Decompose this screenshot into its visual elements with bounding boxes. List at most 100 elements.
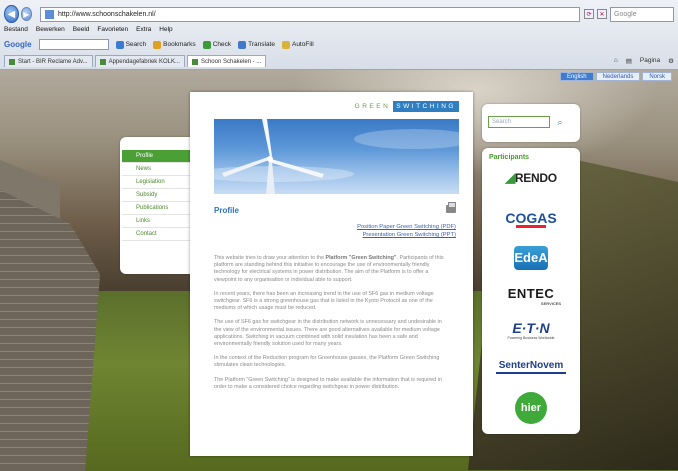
site-search-input[interactable]: Search — [488, 116, 550, 128]
star-icon — [153, 40, 162, 49]
refresh-icon[interactable]: ⟳ — [584, 9, 595, 19]
nav-news[interactable]: News — [122, 163, 192, 176]
toolbar-search-button[interactable]: Search — [115, 40, 147, 49]
participants-title: Participants — [489, 154, 530, 161]
cogas-logo[interactable]: COGAS — [482, 210, 580, 228]
lang-english[interactable]: English — [559, 72, 594, 81]
toolbar-autofill-button[interactable]: AutoFill — [281, 40, 314, 49]
menu-bar: Bestand Bewerken Beeld Favorieten Extra … — [4, 26, 173, 36]
address-bar[interactable]: http://www.schoonschakelen.nl/ — [40, 6, 581, 22]
document-links: Position Paper Green Switching (PDF) Pre… — [357, 223, 456, 239]
tab-kolk[interactable]: Appendagefabriek KOLK... — [94, 55, 185, 67]
participants-panel: Participants ◢RENDO COGAS EdeA ENTEC SERV… — [482, 148, 580, 434]
print-icon[interactable] — [446, 202, 456, 213]
side-nav: Profile News Legislation Subsidy Publica… — [120, 137, 202, 274]
tab-label: Appendagefabriek KOLK... — [108, 58, 180, 65]
toolbar-check-label: Check — [212, 41, 232, 48]
toolbar-translate-label: Translate — [248, 41, 275, 48]
tab-bir[interactable]: Start - BIR Reclame Adv... — [4, 55, 93, 67]
search-icon — [115, 40, 124, 49]
paragraph: In recent years, there has been an incre… — [214, 290, 434, 312]
nav-legislation[interactable]: Legislation — [122, 176, 192, 189]
tab-favicon-icon — [99, 58, 106, 65]
logo-switching: SWITCHING — [393, 101, 459, 112]
address-tools: ⟳ ✕ — [584, 9, 608, 19]
toolbar-check-button[interactable]: Check — [202, 40, 232, 49]
browser-search-input[interactable]: Google — [610, 6, 674, 22]
edea-name: EdeA — [514, 246, 548, 270]
logo-green: GREEN — [354, 103, 391, 110]
tab-favicon-icon — [191, 58, 198, 65]
senternovem-name: SenterNovem — [498, 360, 564, 371]
toolbar-search-label: Search — [125, 41, 147, 48]
tab-schoon-schakelen[interactable]: Schoon Schakelen - ... — [186, 55, 267, 67]
google-toolbar: Google Search Bookmarks Check Translate … — [4, 38, 674, 51]
rendo-mark-icon: ◢ — [505, 170, 515, 185]
entec-name: ENTEC — [507, 286, 555, 301]
position-paper-link[interactable]: Position Paper Green Switching (PDF) — [357, 223, 456, 231]
translate-icon — [238, 40, 247, 49]
hier-name: hier — [515, 392, 547, 424]
toolbar-autofill-label: AutoFill — [291, 41, 314, 48]
menu-file[interactable]: Bestand — [4, 26, 28, 36]
entec-logo[interactable]: ENTEC SERVICES — [482, 286, 580, 306]
nav-subsidy[interactable]: Subsidy — [122, 189, 192, 202]
nav-contact[interactable]: Contact — [122, 228, 192, 241]
toolbar-translate-button[interactable]: Translate — [238, 40, 275, 49]
stop-icon[interactable]: ✕ — [597, 9, 608, 19]
language-tabs: English Nederlands Norsk — [559, 72, 672, 81]
eaton-logo[interactable]: E·T·N Powering Business Worldwide — [482, 320, 580, 340]
tab-favicon-icon — [9, 58, 15, 65]
rendo-name: RENDO — [514, 171, 557, 185]
background-wall-front — [0, 190, 100, 471]
command-bar: ⌂ ▤ Pagina ⚙ — [614, 57, 674, 65]
address-row: ◀ ▶ http://www.schoonschakelen.nl/ ⟳ ✕ G… — [4, 4, 674, 24]
autofill-icon — [281, 40, 290, 49]
nav-publications[interactable]: Publications — [122, 202, 192, 215]
paragraph: This website tries to draw your attentio… — [214, 255, 446, 284]
gear-icon[interactable]: ⚙ — [668, 57, 674, 65]
entec-sub: SERVICES — [540, 301, 562, 306]
eaton-tagline: Powering Business Worldwide — [507, 336, 555, 340]
google-toolbar-input[interactable] — [38, 39, 109, 50]
forward-icon[interactable]: ▶ — [20, 7, 33, 21]
site-logo[interactable]: GREEN SWITCHING — [355, 101, 459, 112]
lang-nederlands[interactable]: Nederlands — [595, 72, 641, 81]
back-icon[interactable]: ◀ — [4, 5, 19, 23]
page-menu[interactable]: Pagina — [640, 57, 660, 65]
wind-turbine-banner — [214, 119, 459, 194]
url-text: http://www.schoonschakelen.nl/ — [58, 10, 156, 18]
paragraph: In the context of the Reduction program … — [214, 355, 440, 369]
nav-profile[interactable]: Profile — [122, 150, 202, 163]
paragraph-lead: This website tries to draw your attentio… — [214, 255, 326, 261]
menu-view[interactable]: Beeld — [73, 26, 90, 36]
edea-logo[interactable]: EdeA — [482, 246, 580, 270]
toolbar-bookmarks-label: Bookmarks — [163, 41, 196, 48]
menu-help[interactable]: Help — [159, 26, 172, 36]
cogas-name: COGAS — [505, 210, 557, 226]
toolbar-bookmarks-button[interactable]: Bookmarks — [153, 40, 196, 49]
senternovem-bar — [496, 372, 566, 374]
senternovem-logo[interactable]: SenterNovem — [482, 360, 580, 374]
rendo-logo[interactable]: ◢RENDO — [482, 170, 580, 186]
menu-edit[interactable]: Bewerken — [36, 26, 65, 36]
home-icon[interactable]: ⌂ — [614, 57, 618, 65]
lang-norsk[interactable]: Norsk — [642, 72, 672, 81]
print-toolbar-icon[interactable]: ▤ — [626, 57, 632, 65]
profile-text: This website tries to draw your attentio… — [214, 255, 446, 398]
presentation-link[interactable]: Presentation Green Switching (PPT) — [357, 231, 456, 239]
browser-search-placeholder: Google — [614, 10, 637, 18]
search-icon[interactable]: ⌕ — [554, 116, 566, 128]
site-search-panel: Search ⌕ — [482, 104, 580, 142]
site-search-placeholder: Search — [492, 119, 512, 125]
main-panel: GREEN SWITCHING Profile Position Paper G… — [190, 92, 473, 456]
menu-tools[interactable]: Extra — [136, 26, 151, 36]
tab-label: Start - BIR Reclame Adv... — [18, 58, 88, 65]
browser-chrome: ◀ ▶ http://www.schoonschakelen.nl/ ⟳ ✕ G… — [0, 0, 678, 70]
menu-favorites[interactable]: Favorieten — [97, 26, 128, 36]
favicon-icon — [45, 9, 55, 19]
tab-bar: Start - BIR Reclame Adv... Appendagefabr… — [4, 54, 674, 68]
hier-logo[interactable]: hier — [482, 392, 580, 424]
tab-label: Schoon Schakelen - ... — [200, 58, 262, 65]
nav-links[interactable]: Links — [122, 215, 192, 228]
